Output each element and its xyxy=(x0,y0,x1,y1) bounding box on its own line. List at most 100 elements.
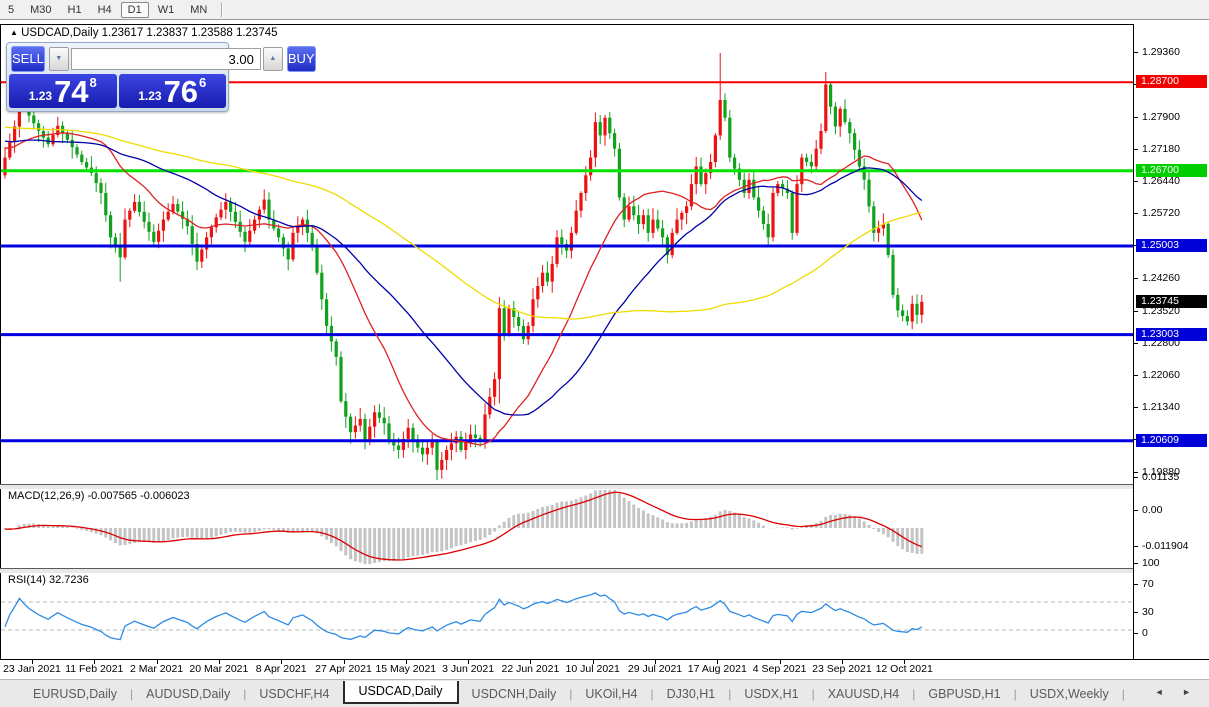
tab-xauusd-h4[interactable]: XAUUSD,H4 xyxy=(815,684,913,704)
volume-decrease-button[interactable]: ▼ xyxy=(49,47,69,71)
symbol-title: USDCAD,Daily xyxy=(21,27,98,39)
price-tick-1.27900: 1.27900 xyxy=(1134,111,1180,124)
timeframe-5[interactable]: 5 xyxy=(1,2,21,18)
tab-gbpusd-h1[interactable]: GBPUSD,H1 xyxy=(915,684,1013,704)
sell-button[interactable]: SELL xyxy=(11,46,45,72)
ma-90 xyxy=(5,127,922,319)
sell-price-button[interactable]: 1.23 74 8 xyxy=(9,74,117,108)
date-label: 15 May 2021 xyxy=(375,663,436,675)
date-tick xyxy=(904,660,905,664)
mt4-window: { "toolbar": { "items": [ {"label":"5","… xyxy=(0,0,1209,707)
tab-ukoil-h4[interactable]: UKOil,H4 xyxy=(572,684,650,704)
tab-usdchf-h4[interactable]: USDCHF,H4 xyxy=(246,684,342,704)
date-label: 20 Mar 2021 xyxy=(189,663,248,675)
timeframe-h4[interactable]: H4 xyxy=(91,2,119,18)
date-label: 23 Jan 2021 xyxy=(3,663,61,675)
date-axis: 23 Jan 2021 11 Feb 2021 2 Mar 2021 20 Mar 2… xyxy=(0,659,1209,679)
buy-price-main: 76 xyxy=(164,77,198,107)
date-label: 2 Mar 2021 xyxy=(130,663,183,675)
indicator-tick-100: 100 xyxy=(1134,557,1160,570)
price-tick-1.22060: 1.22060 xyxy=(1134,369,1180,382)
date-tick xyxy=(780,660,781,664)
timeframe-w1[interactable]: W1 xyxy=(151,2,182,18)
price-axis: 1.293601.286401.279001.271801.264401.257… xyxy=(1133,24,1209,659)
price-badge-1.28700: 1.28700 xyxy=(1136,75,1207,88)
tab-eurusd-daily[interactable]: EURUSD,Daily xyxy=(20,684,130,704)
price-badge-1.25003: 1.25003 xyxy=(1136,239,1207,252)
date-tick xyxy=(655,660,656,664)
tab-usdx-weekly[interactable]: USDX,Weekly xyxy=(1017,684,1122,704)
price-tick-1.24260: 1.24260 xyxy=(1134,272,1180,285)
ma-40 xyxy=(5,140,922,415)
date-label: 3 Jun 2021 xyxy=(442,663,494,675)
buy-price-prefix: 1.23 xyxy=(138,89,161,103)
volume-increase-button[interactable]: ▲ xyxy=(263,47,283,71)
chart-window: ▲ USDCAD,Daily 1.23617 1.23837 1.23588 1… xyxy=(0,20,1209,679)
tabs-scroll-right-icon[interactable]: ► xyxy=(1182,687,1199,697)
sell-price-pip: 8 xyxy=(90,75,97,90)
price-tick-1.27180: 1.27180 xyxy=(1134,143,1180,156)
tab-usdcnh-daily[interactable]: USDCNH,Daily xyxy=(459,684,570,704)
macd-signal-line xyxy=(5,492,922,560)
price-tick-1.21340: 1.21340 xyxy=(1134,401,1180,414)
date-label: 23 Sep 2021 xyxy=(812,663,872,675)
buy-button[interactable]: BUY xyxy=(287,46,316,72)
ohlc-values: 1.23617 1.23837 1.23588 1.23745 xyxy=(102,27,278,39)
date-label: 17 Aug 2021 xyxy=(688,663,747,675)
price-badge-1.23745: 1.23745 xyxy=(1136,295,1207,308)
tab-dj30-h1[interactable]: DJ30,H1 xyxy=(654,684,729,704)
rsi-canvas[interactable] xyxy=(1,572,1135,659)
volume-input[interactable] xyxy=(71,48,261,70)
date-label: 12 Oct 2021 xyxy=(876,663,933,675)
pane-splitter-macd[interactable] xyxy=(0,484,1209,489)
chart-header: ▲ USDCAD,Daily 1.23617 1.23837 1.23588 1… xyxy=(10,27,278,39)
date-tick xyxy=(842,660,843,664)
date-label: 11 Feb 2021 xyxy=(65,663,123,675)
indicator-tick-0.00: 0.00 xyxy=(1134,504,1162,517)
date-tick xyxy=(157,660,158,664)
date-label: 27 Apr 2021 xyxy=(315,663,372,675)
tab-usdcad-daily[interactable]: USDCAD,Daily xyxy=(343,681,459,704)
price-badge-1.26700: 1.26700 xyxy=(1136,164,1207,177)
date-label: 10 Jul 2021 xyxy=(566,663,620,675)
ma-20 xyxy=(5,133,922,445)
timeframe-d1[interactable]: D1 xyxy=(121,2,149,18)
indicator-tick-30: 30 xyxy=(1134,606,1154,619)
sell-price-prefix: 1.23 xyxy=(29,89,52,103)
pane-splitter-rsi[interactable] xyxy=(0,568,1209,573)
chart-tabbar: EURUSD,Daily|AUDUSD,Daily|USDCHF,H4USDCA… xyxy=(0,679,1209,707)
date-tick xyxy=(406,660,407,664)
date-tick xyxy=(281,660,282,664)
price-tick-1.29360: 1.29360 xyxy=(1134,46,1180,59)
timeframe-h1[interactable]: H1 xyxy=(61,2,89,18)
tabs-scroll-left-icon[interactable]: ◄ xyxy=(1155,687,1172,697)
candles xyxy=(3,53,923,480)
price-badge-1.20609: 1.20609 xyxy=(1136,434,1207,447)
rsi-line xyxy=(5,593,922,640)
date-tick xyxy=(468,660,469,664)
date-tick xyxy=(344,660,345,664)
tab-separator: | xyxy=(1122,687,1125,701)
buy-price-pip: 6 xyxy=(199,75,206,90)
buy-price-button[interactable]: 1.23 76 6 xyxy=(119,74,227,108)
timeframe-m30[interactable]: M30 xyxy=(23,2,58,18)
tab-audusd-daily[interactable]: AUDUSD,Daily xyxy=(133,684,243,704)
date-tick xyxy=(717,660,718,664)
date-tick xyxy=(593,660,594,664)
date-label: 29 Jul 2021 xyxy=(628,663,682,675)
indicator-tick-70: 70 xyxy=(1134,578,1154,591)
timeframe-mn[interactable]: MN xyxy=(183,2,214,18)
timeframe-toolbar: 5M30H1H4D1W1MN xyxy=(0,0,1209,20)
macd-label: MACD(12,26,9) -0.007565 -0.006023 xyxy=(8,490,190,502)
one-click-trading-panel: SELL ▼ ▲ BUY 1.23 74 8 1.23 76 6 xyxy=(6,42,229,112)
tab-usdx-h1[interactable]: USDX,H1 xyxy=(731,684,811,704)
date-tick xyxy=(219,660,220,664)
collapse-arrow-icon[interactable]: ▲ xyxy=(10,28,18,37)
date-label: 8 Apr 2021 xyxy=(256,663,307,675)
rsi-pane[interactable] xyxy=(0,572,1135,659)
indicator-tick--0.011904: -0.011904 xyxy=(1134,540,1189,553)
price-tick-1.25720: 1.25720 xyxy=(1134,207,1180,220)
date-label: 22 Jun 2021 xyxy=(501,663,559,675)
indicator-tick-0: 0 xyxy=(1134,627,1148,640)
price-badge-1.23003: 1.23003 xyxy=(1136,328,1207,341)
